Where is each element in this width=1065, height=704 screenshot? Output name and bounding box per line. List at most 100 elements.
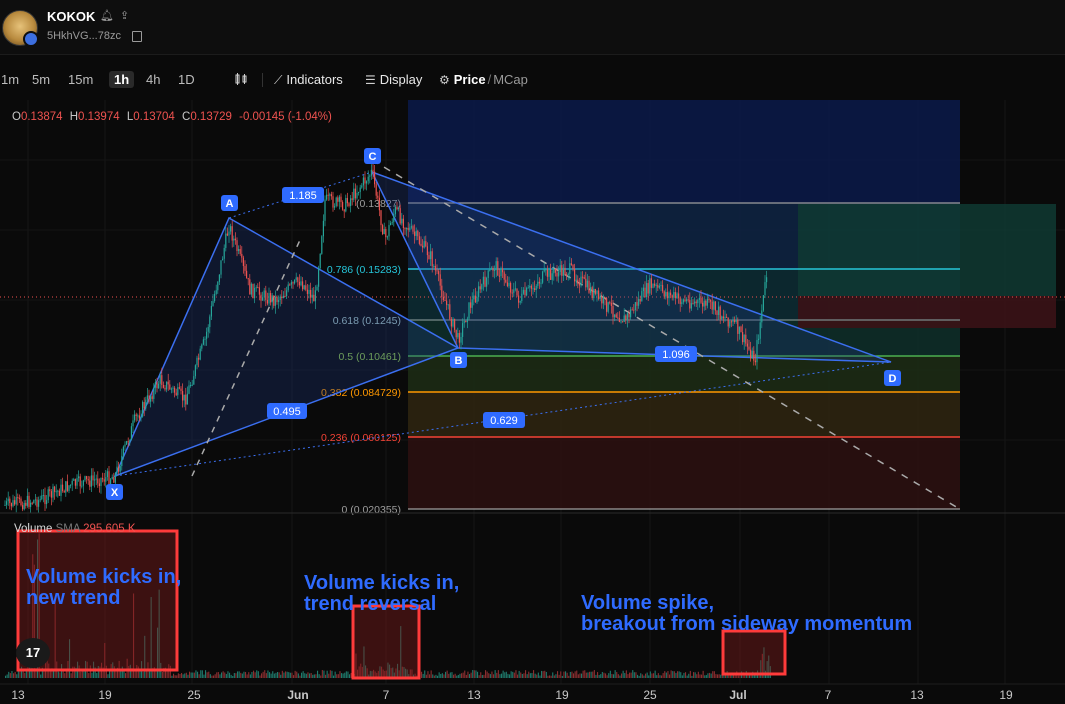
volume-bar [288,672,290,678]
timeframe-1d[interactable]: 1D [173,71,200,88]
candle-body [114,473,116,483]
candle-body [50,491,52,498]
candle-body [150,396,152,402]
volume-bar [657,673,659,678]
timeframe-1m[interactable]: 1m [0,71,24,88]
volume-bar [177,673,179,678]
volume-bar [451,672,453,678]
candle-body [457,333,459,338]
timeframe-5m[interactable]: 5m [27,71,55,88]
price-mcap-toggle[interactable]: ⚙ Price / MCap [439,72,528,87]
volume-bar [429,674,431,678]
volume-bar [627,674,629,678]
volume-bar [235,673,237,678]
volume-bar [457,674,459,678]
open-label: O [12,111,21,123]
candle-body [495,261,497,270]
candle-body [108,471,110,485]
share-icon[interactable]: ⇪ [120,10,135,22]
x-axis-label: 7 [825,688,832,702]
timeframe-15m[interactable]: 15m [63,71,98,88]
volume-bar [453,674,455,678]
copy-icon[interactable] [132,31,142,42]
candle-body [666,292,668,299]
volume-bar [702,670,704,678]
candle-body [183,394,185,401]
volume-bar [646,672,648,678]
candle-body [262,297,264,301]
volume-bar [339,671,341,678]
volume-bar [254,672,256,678]
candle-body [76,478,78,486]
volume-bar [617,674,619,678]
candle-body [524,289,526,296]
candle-body [282,295,284,299]
candle-body [159,375,161,384]
low-value: 0.13704 [133,111,175,123]
token-avatar[interactable] [2,10,39,47]
candle-body [196,357,198,366]
candle-body [292,282,294,284]
candle-body [106,471,108,478]
volume-bar [494,670,496,678]
volume-bar [142,671,144,678]
volume-bar [347,671,349,678]
candle-body [95,478,97,480]
volume-bar [315,674,317,678]
candle-body [602,297,604,304]
candle-body [335,197,337,207]
candle-body [190,385,192,387]
candle-body [234,238,236,241]
volume-bar [542,671,544,678]
candle-body [686,299,688,302]
volume-bar [518,670,520,678]
candle-body [346,197,348,204]
volume-bar [704,675,706,678]
volume-bar [544,670,546,678]
candle-body [254,288,256,299]
candle-body [692,303,694,305]
candle-body [406,227,408,230]
volume-bar [257,671,259,678]
bell-icon[interactable]: 🔔︎ [100,10,120,22]
candle-body [314,290,316,302]
timeframe-4h[interactable]: 4h [141,71,165,88]
candle-body [567,273,569,275]
volume-bar [565,671,567,678]
candle-body [761,310,763,323]
candle-body [729,321,731,327]
candle-body [623,315,625,322]
ratio-xa-ad: 0.629 [490,415,518,427]
candle-body [708,298,710,301]
candle-body [471,299,473,308]
volume-bar [342,673,344,678]
volume-bar [673,671,675,678]
volume-bar [712,671,714,678]
volume-bar [294,670,296,678]
volume-bar [557,671,559,678]
candle-body [113,476,115,483]
candle-body [620,321,622,323]
candle-body [332,196,334,208]
volume-bar [193,672,195,678]
tradingview-logo-icon[interactable]: 17 [16,638,50,668]
candle-body [201,344,203,349]
candle-body [439,274,441,286]
pattern-triangle-xab[interactable] [113,216,460,478]
volume-bar [497,670,499,678]
candle-type-icon[interactable] [234,72,248,89]
candle-body [354,188,356,199]
candle-body [479,286,481,290]
candle-body [154,382,156,388]
candle-body [68,485,70,491]
volume-bar [675,672,677,678]
indicators-button[interactable]: ⟋ Indicators [274,72,343,88]
position-target-box[interactable] [798,204,1056,296]
volume-bar [545,671,547,678]
display-button[interactable]: ☰ Display [365,72,422,87]
annotation-trend-reversal: Volume kicks in, trend reversal [304,572,460,615]
volume-bar [205,670,207,678]
position-stop-box[interactable] [798,296,1056,328]
candle-body [38,500,40,507]
timeframe-1h[interactable]: 1h [109,71,135,88]
